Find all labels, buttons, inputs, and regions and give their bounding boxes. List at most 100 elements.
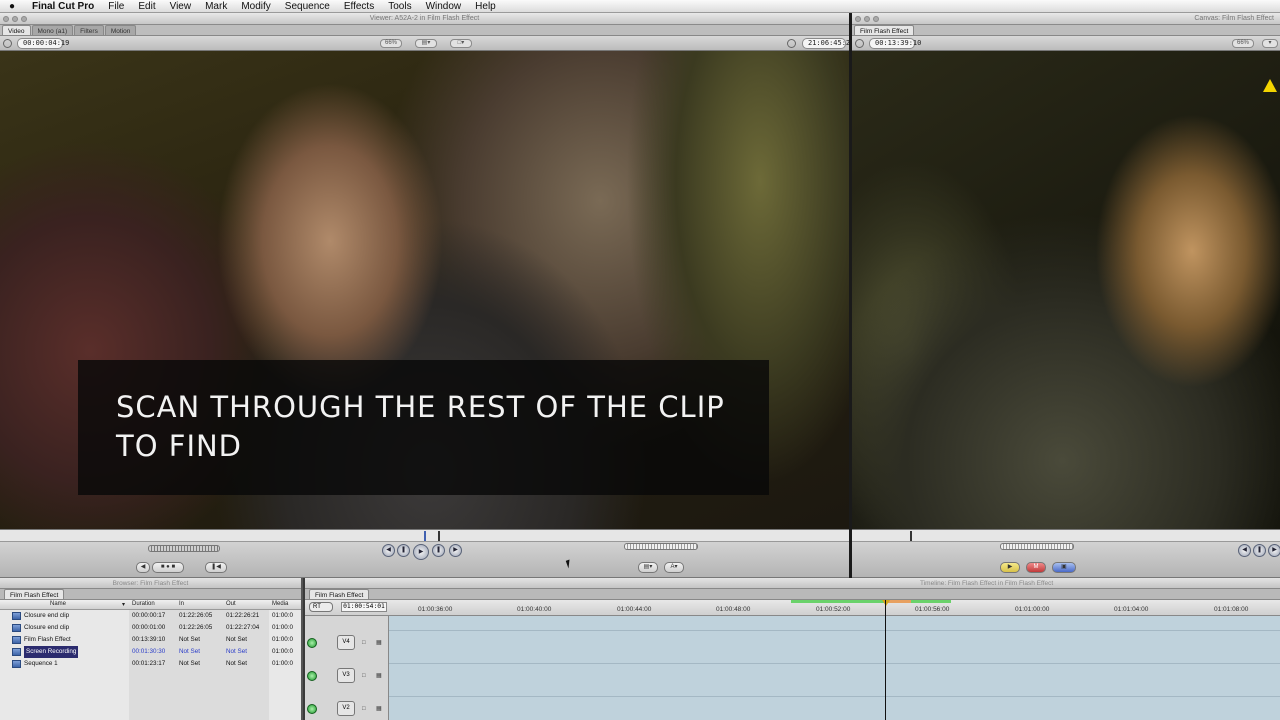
col-in[interactable]: In [179, 601, 184, 607]
menu-mark[interactable]: Mark [198, 1, 234, 12]
canvas-zoom-button[interactable] [873, 16, 879, 22]
track-visibility-toggle[interactable] [307, 704, 317, 714]
track-visibility-toggle[interactable] [307, 638, 317, 648]
play-around-button[interactable]: ▶ [449, 544, 462, 557]
col-duration[interactable]: Duration [132, 601, 155, 607]
viewer-view-popup[interactable]: ▤▾ [415, 39, 437, 48]
list-item[interactable]: Sequence 1 00:01:23:17 Not Set Not Set 0… [0, 658, 301, 670]
track-v2: V2 □ ▦ [305, 701, 389, 719]
list-item-selected[interactable]: Screen Recording 00:01:30:30 Not Set Not… [0, 646, 301, 658]
menu-file[interactable]: File [101, 1, 131, 12]
zoom-window-button[interactable] [21, 16, 27, 22]
track-visibility-toggle[interactable] [307, 671, 317, 681]
menu-window[interactable]: Window [419, 1, 469, 12]
canvas-duration-field[interactable]: 00:13:39:10 [869, 38, 921, 49]
viewer-current-timecode[interactable]: 21:06:45:23 [802, 38, 854, 49]
timeline-timecode[interactable]: 01:00:54:01 [341, 602, 387, 612]
track-v4: V4 □ ▦ [305, 635, 389, 653]
tab-motion[interactable]: Motion [104, 25, 137, 35]
auto-select-icon[interactable]: ▦ [376, 705, 382, 712]
viewer-shuttle-control[interactable] [148, 545, 220, 552]
canvas-minimize-button[interactable] [864, 16, 870, 22]
canvas-video-frame[interactable] [852, 51, 1280, 529]
viewer-playhead[interactable] [438, 531, 440, 541]
apple-menu-icon[interactable]: ● [0, 1, 24, 12]
menu-modify[interactable]: Modify [234, 1, 277, 12]
auto-select-icon[interactable]: ▦ [376, 672, 382, 679]
tab-video[interactable]: Video [2, 25, 31, 35]
insert-edit-button[interactable]: ▶ [1000, 562, 1020, 573]
viewer-duration-field[interactable]: 00:00:04:19 [17, 38, 69, 49]
sort-arrow-icon[interactable]: ▾ [122, 601, 125, 608]
lock-icon[interactable]: □ [362, 673, 366, 679]
mark-in-out-buttons[interactable]: ❚◀ [205, 562, 227, 573]
menu-edit[interactable]: Edit [131, 1, 162, 12]
lock-icon[interactable]: □ [362, 640, 366, 646]
tab-filters[interactable]: Filters [74, 25, 104, 35]
viewer-overlay-popup[interactable]: □▾ [450, 39, 472, 48]
canvas-play-button[interactable]: ▶ [1268, 544, 1280, 557]
close-window-button[interactable] [3, 16, 9, 22]
lock-icon[interactable]: □ [362, 706, 366, 712]
rt-popup[interactable]: RT [309, 602, 333, 612]
minimize-window-button[interactable] [12, 16, 18, 22]
canvas-scrubber[interactable] [852, 529, 1280, 542]
replace-edit-button[interactable]: ▣ [1052, 562, 1076, 573]
canvas-prev-edit-button[interactable]: ❚ [1253, 544, 1266, 557]
timeline-playhead-handle[interactable] [882, 600, 890, 606]
match-frame-button[interactable]: ◀ [136, 562, 150, 573]
browser-window: Browser: Film Flash Effect Film Flash Ef… [0, 578, 303, 720]
overwrite-edit-button[interactable]: M [1026, 562, 1046, 573]
mark-clip-buttons[interactable]: ■ ● ■ [152, 562, 184, 573]
canvas-zoom-popup[interactable]: 66% [1232, 39, 1254, 48]
col-media[interactable]: Media [272, 601, 288, 607]
browser-titlebar[interactable]: Browser: Film Flash Effect [0, 578, 301, 589]
play-in-to-out-button[interactable]: ◀ [382, 544, 395, 557]
col-out[interactable]: Out [226, 601, 236, 607]
timeline-track-area[interactable] [389, 616, 1280, 720]
track-controls: V4 □ ▦ V3 □ ▦ V2 □ ▦ [305, 616, 389, 720]
viewer-zoom-popup[interactable]: 66% [380, 39, 402, 48]
item-name: Closure end clip [24, 624, 70, 631]
ruler-tick: 01:01:00:00 [1015, 606, 1050, 613]
list-item[interactable]: Closure end clip 00:00:01:00 01:22:26:05… [0, 622, 301, 634]
go-to-previous-edit-button[interactable]: ❚ [397, 544, 410, 557]
canvas-view-popup[interactable]: ▾ [1262, 39, 1278, 48]
tab-mono[interactable]: Mono (a1) [31, 25, 74, 35]
list-item[interactable]: Film Flash Effect 00:13:39:10 Not Set No… [0, 634, 301, 646]
canvas-playhead[interactable] [910, 531, 912, 541]
warning-icon[interactable] [1263, 79, 1277, 92]
ruler-tick: 01:00:40:00 [517, 606, 552, 613]
track-label[interactable]: V3 [337, 668, 355, 683]
canvas-play-in-out-button[interactable]: ◀ [1238, 544, 1251, 557]
timeline-tab[interactable]: Film Flash Effect [309, 589, 370, 599]
timeline-playhead[interactable] [885, 600, 886, 720]
menu-effects[interactable]: Effects [337, 1, 381, 12]
list-item[interactable]: Closure end clip 00:00:00:17 01:22:26:05… [0, 610, 301, 622]
menu-tools[interactable]: Tools [381, 1, 418, 12]
col-name[interactable]: Name [50, 601, 66, 607]
viewer-jog-control[interactable] [624, 543, 698, 550]
viewer-video-frame[interactable]: SCAN THROUGH THE REST OF THE CLIP TO FIN… [0, 51, 849, 529]
canvas-titlebar[interactable]: Canvas: Film Flash Effect [852, 13, 1280, 25]
item-name: Film Flash Effect [24, 636, 71, 643]
viewer-in-marker[interactable] [424, 531, 426, 541]
viewer-titlebar[interactable]: Viewer: A52A-2 in Film Flash Effect [0, 13, 849, 25]
menu-app-name[interactable]: Final Cut Pro [24, 1, 101, 12]
tab-film-flash-effect[interactable]: Film Flash Effect [854, 25, 915, 35]
menu-help[interactable]: Help [468, 1, 503, 12]
recent-clips-popup[interactable]: A▾ [664, 562, 684, 573]
viewer-scrubber[interactable] [0, 529, 849, 542]
go-to-next-edit-button[interactable]: ❚ [432, 544, 445, 557]
play-button[interactable]: ▶ [413, 544, 429, 560]
menu-view[interactable]: View [163, 1, 199, 12]
timeline-titlebar[interactable]: Timeline: Film Flash Effect in Film Flas… [305, 578, 1280, 589]
track-label[interactable]: V4 [337, 635, 355, 650]
auto-select-icon[interactable]: ▦ [376, 639, 382, 646]
canvas-close-button[interactable] [855, 16, 861, 22]
track-label[interactable]: V2 [337, 701, 355, 716]
generator-popup[interactable]: ▤▾ [638, 562, 658, 573]
canvas-jog-control[interactable] [1000, 543, 1074, 550]
browser-tab[interactable]: Film Flash Effect [4, 589, 65, 599]
menu-sequence[interactable]: Sequence [278, 1, 337, 12]
